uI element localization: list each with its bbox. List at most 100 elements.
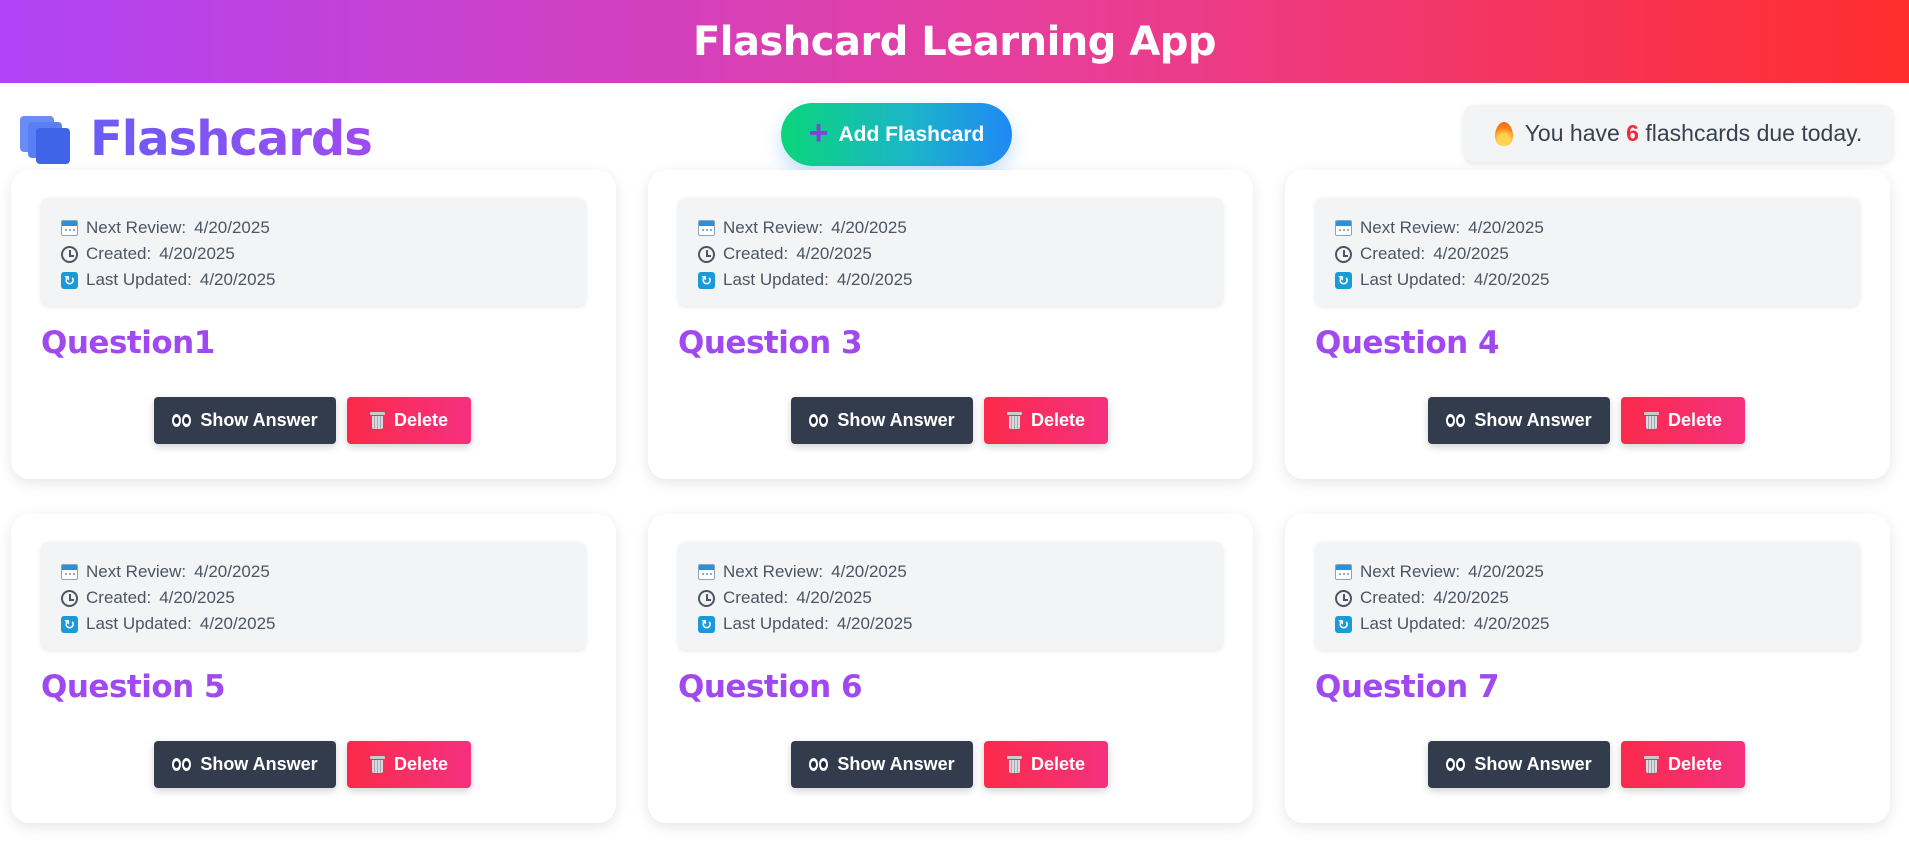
last-updated-row: ↻ Last Updated: 4/20/2025 [698, 267, 1223, 293]
show-answer-label: Show Answer [1474, 754, 1592, 774]
created-label: Created: [1360, 244, 1426, 263]
last-updated-value: 4/20/2025 [1473, 614, 1550, 633]
created-row: Created: 4/20/2025 [1335, 241, 1860, 267]
trash-icon [1643, 756, 1659, 773]
card-meta: Next Review: 4/20/2025 Created: 4/20/202… [1315, 542, 1860, 650]
created-label: Created: [723, 588, 789, 607]
trash-icon [369, 412, 385, 429]
created-value: 4/20/2025 [796, 244, 872, 263]
created-label: Created: [1360, 588, 1426, 607]
created-value: 4/20/2025 [159, 588, 235, 607]
created-label: Created: [86, 244, 152, 263]
delete-button[interactable]: Delete [1621, 397, 1745, 444]
trash-icon [1006, 756, 1022, 773]
due-text: You have 6 flashcards due today. [1525, 120, 1863, 147]
card-meta: Next Review: 4/20/2025 Created: 4/20/202… [41, 198, 586, 306]
next-review-label: Next Review: [1360, 562, 1461, 581]
delete-label: Delete [1030, 410, 1086, 430]
next-review-label: Next Review: [86, 218, 187, 237]
created-value: 4/20/2025 [159, 244, 235, 263]
refresh-icon: ↻ [698, 271, 715, 289]
clock-icon [61, 589, 78, 607]
last-updated-label: Last Updated: [1360, 270, 1466, 289]
due-today-banner: You have 6 flashcards due today. [1464, 105, 1893, 162]
flashcard: Next Review: 4/20/2025 Created: 4/20/202… [1285, 170, 1890, 479]
show-answer-button[interactable]: Show Answer [154, 397, 336, 444]
created-label: Created: [86, 588, 152, 607]
card-meta: Next Review: 4/20/2025 Created: 4/20/202… [41, 542, 586, 650]
app-title: Flashcard Learning App [692, 18, 1217, 65]
eyes-icon [1446, 414, 1466, 427]
show-answer-label: Show Answer [1474, 410, 1592, 430]
calendar-icon [61, 564, 78, 580]
due-suffix: flashcards due today. [1645, 120, 1863, 146]
delete-label: Delete [1667, 754, 1723, 774]
last-updated-label: Last Updated: [723, 270, 829, 289]
calendar-icon [698, 220, 715, 236]
card-question: Question 4 [1315, 325, 1500, 361]
next-review-value: 4/20/2025 [831, 218, 907, 237]
last-updated-value: 4/20/2025 [199, 270, 276, 289]
last-updated-label: Last Updated: [723, 614, 829, 633]
card-question: Question1 [41, 325, 215, 361]
last-updated-label: Last Updated: [86, 614, 192, 633]
flashcard: Next Review: 4/20/2025 Created: 4/20/202… [11, 170, 616, 479]
card-meta: Next Review: 4/20/2025 Created: 4/20/202… [678, 198, 1223, 306]
plus-icon: + [808, 114, 829, 152]
next-review-value: 4/20/2025 [1468, 218, 1544, 237]
next-review-label: Next Review: [723, 562, 824, 581]
delete-label: Delete [1667, 410, 1723, 430]
calendar-icon [698, 564, 715, 580]
flashcard: Next Review: 4/20/2025 Created: 4/20/202… [11, 514, 616, 823]
delete-button[interactable]: Delete [347, 397, 471, 444]
card-question: Question 3 [678, 325, 863, 361]
created-value: 4/20/2025 [1433, 244, 1509, 263]
page-title: Flashcards [90, 111, 373, 167]
app-header: Flashcard Learning App [0, 0, 1909, 83]
show-answer-button[interactable]: Show Answer [791, 397, 973, 444]
fire-icon [1494, 121, 1513, 146]
last-updated-row: ↻ Last Updated: 4/20/2025 [698, 611, 1223, 637]
last-updated-label: Last Updated: [1360, 614, 1466, 633]
last-updated-row: ↻ Last Updated: 4/20/2025 [61, 611, 586, 637]
last-updated-value: 4/20/2025 [836, 270, 913, 289]
clock-icon [1335, 589, 1352, 607]
eyes-icon [172, 758, 192, 771]
add-flashcard-button[interactable]: + Add Flashcard [781, 103, 1012, 166]
next-review-label: Next Review: [723, 218, 824, 237]
add-flashcard-label: Add Flashcard [838, 122, 985, 146]
last-updated-row: ↻ Last Updated: 4/20/2025 [1335, 611, 1860, 637]
card-question: Question 6 [678, 669, 863, 705]
next-review-value: 4/20/2025 [194, 562, 270, 581]
show-answer-button[interactable]: Show Answer [791, 741, 973, 788]
card-meta: Next Review: 4/20/2025 Created: 4/20/202… [678, 542, 1223, 650]
show-answer-button[interactable]: Show Answer [154, 741, 336, 788]
delete-label: Delete [393, 754, 449, 774]
created-row: Created: 4/20/2025 [61, 241, 586, 267]
show-answer-button[interactable]: Show Answer [1428, 741, 1610, 788]
delete-button[interactable]: Delete [984, 397, 1108, 444]
flashcard: Next Review: 4/20/2025 Created: 4/20/202… [1285, 514, 1890, 823]
next-review-value: 4/20/2025 [194, 218, 270, 237]
refresh-icon: ↻ [61, 271, 78, 289]
clock-icon [698, 589, 715, 607]
delete-label: Delete [1030, 754, 1086, 774]
show-answer-button[interactable]: Show Answer [1428, 397, 1610, 444]
created-value: 4/20/2025 [1433, 588, 1509, 607]
calendar-icon [1335, 220, 1352, 236]
delete-button[interactable]: Delete [347, 741, 471, 788]
next-review-row: Next Review: 4/20/2025 [61, 215, 586, 241]
clock-icon [61, 245, 78, 263]
delete-button[interactable]: Delete [984, 741, 1108, 788]
main-content: Flashcards + Add Flashcard You have 6 fl… [0, 83, 1909, 844]
card-meta: Next Review: 4/20/2025 Created: 4/20/202… [1315, 198, 1860, 306]
created-label: Created: [723, 244, 789, 263]
created-row: Created: 4/20/2025 [1335, 585, 1860, 611]
clock-icon [698, 245, 715, 263]
flashcard: Next Review: 4/20/2025 Created: 4/20/202… [648, 170, 1253, 479]
show-answer-label: Show Answer [837, 754, 955, 774]
refresh-icon: ↻ [1335, 615, 1352, 633]
delete-button[interactable]: Delete [1621, 741, 1745, 788]
next-review-row: Next Review: 4/20/2025 [1335, 215, 1860, 241]
trash-icon [1643, 412, 1659, 429]
